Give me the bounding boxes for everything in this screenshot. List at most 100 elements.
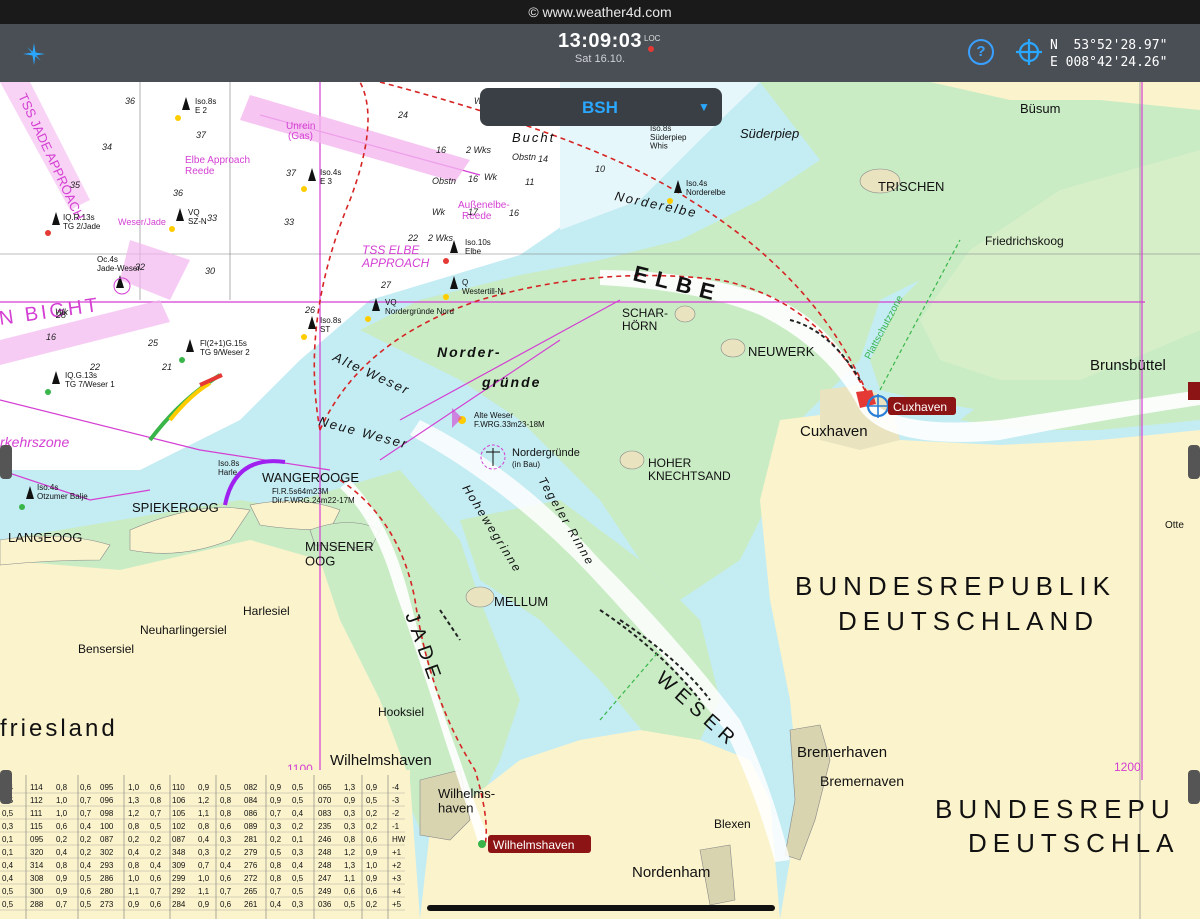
marker-wilhelmshaven[interactable]: Wilhelmshaven — [478, 835, 591, 853]
table-cell: 0,1 — [292, 835, 304, 844]
svg-text:36: 36 — [173, 188, 183, 198]
table-cell: 0,5 — [2, 900, 14, 909]
right-edge-handle-top[interactable] — [1188, 445, 1200, 479]
table-cell: 111 — [30, 809, 43, 818]
table-cell: 0,7 — [220, 887, 232, 896]
table-cell: 320 — [30, 848, 44, 857]
table-cell: 0,4 — [292, 861, 304, 870]
label-country-1b: DEUTSCHLAND — [838, 606, 1099, 636]
left-edge-handle-bottom[interactable] — [0, 770, 12, 804]
table-cell: 272 — [244, 874, 258, 883]
svg-text:25: 25 — [147, 338, 159, 348]
label-gas: (Gas) — [288, 131, 313, 142]
left-edge-handle-top[interactable] — [0, 445, 12, 479]
table-cell: 0,6 — [220, 822, 232, 831]
table-cell: 0,6 — [80, 887, 92, 896]
table-cell: 0,6 — [150, 900, 162, 909]
latitude: N 53°52'28.97" — [1050, 38, 1168, 53]
table-cell: 0,7 — [80, 796, 92, 805]
table-cell: 0,7 — [270, 809, 282, 818]
table-cell: 0,4 — [80, 822, 92, 831]
table-cell: 265 — [244, 887, 258, 896]
time-source-label: LOC — [644, 34, 661, 43]
nautical-chart[interactable]: ELBE JADE WESER BUNDESREPUBLIK DEUTSCHLA… — [0, 82, 1200, 919]
table-cell: 0,4 — [292, 809, 304, 818]
svg-text:21: 21 — [161, 362, 172, 372]
label-bremernaven: Bremernaven — [820, 773, 904, 789]
table-cell: 036 — [318, 900, 332, 909]
buoy-tg9: Fl(2+1)G.15s TG 9/Weser 2 — [200, 339, 250, 357]
table-cell: 286 — [100, 874, 114, 883]
table-cell: -2 — [392, 809, 400, 818]
source-text: © www.weather4d.com — [528, 4, 672, 20]
table-cell: 0,3 — [344, 822, 356, 831]
label-langeoog: LANGEOOG — [8, 530, 82, 545]
table-cell: 308 — [30, 874, 44, 883]
table-cell: 112 — [30, 796, 43, 805]
table-cell: 0,6 — [220, 874, 232, 883]
table-cell: 0,5 — [292, 887, 304, 896]
home-indicator[interactable] — [427, 905, 775, 911]
table-cell: 0,9 — [366, 848, 378, 857]
table-cell: 0,8 — [270, 874, 282, 883]
svg-text:34: 34 — [102, 142, 112, 152]
table-cell: 089 — [244, 822, 258, 831]
table-cell: 1,3 — [128, 796, 140, 805]
table-cell: 0,5 — [80, 900, 92, 909]
svg-text:16: 16 — [468, 174, 478, 184]
table-cell: 070 — [318, 796, 332, 805]
table-cell: 065 — [318, 783, 332, 792]
table-cell: 110 — [172, 783, 185, 792]
svg-text:Obstn: Obstn — [432, 176, 456, 186]
table-cell: 0,2 — [292, 822, 304, 831]
compass-icon[interactable] — [22, 42, 46, 71]
table-cell: 292 — [172, 887, 186, 896]
label-suderpiep: Süderpiep — [740, 126, 799, 141]
table-cell: 0,4 — [198, 835, 210, 844]
svg-text:37: 37 — [286, 168, 297, 178]
label-elbe-approach: Elbe Approach — [185, 155, 250, 166]
table-cell: 0,5 — [292, 796, 304, 805]
table-cell: 084 — [244, 796, 258, 805]
table-cell: 0,6 — [344, 887, 356, 896]
marker-brunsbuttel-edge[interactable] — [1188, 382, 1200, 400]
table-cell: 0,7 — [80, 809, 92, 818]
right-edge-handle-bottom[interactable] — [1188, 770, 1200, 804]
label-trischen: TRISCHEN — [878, 179, 944, 194]
table-cell: 1,0 — [198, 874, 210, 883]
table-cell: 0,7 — [56, 900, 68, 909]
table-cell: 0,8 — [198, 822, 210, 831]
longitude: E 008°42'24.26" — [1050, 55, 1168, 70]
table-cell: 309 — [172, 861, 186, 870]
table-cell: 281 — [244, 835, 258, 844]
dropdown-arrow-icon: ▼ — [698, 100, 710, 114]
svg-text:26: 26 — [304, 305, 315, 315]
table-cell: 0,9 — [198, 783, 210, 792]
table-cell: 0,9 — [56, 874, 68, 883]
header-bar: 13:09:03 LOC Sat 16.10. ? N 53°52'28.97"… — [0, 24, 1200, 82]
crosshair-icon[interactable] — [1016, 39, 1042, 70]
table-cell: 0,3 — [198, 848, 210, 857]
table-cell: 0,7 — [270, 887, 282, 896]
table-cell: 096 — [100, 796, 114, 805]
table-cell: 0,4 — [56, 848, 68, 857]
table-cell: 288 — [30, 900, 44, 909]
table-cell: 0,9 — [344, 796, 356, 805]
table-cell: 280 — [100, 887, 114, 896]
table-cell: -1 — [392, 822, 400, 831]
table-cell: 0,5 — [2, 887, 14, 896]
help-icon[interactable]: ? — [968, 39, 994, 65]
label-otte: Otte — [1165, 520, 1184, 531]
table-cell: 0,4 — [270, 900, 282, 909]
label-spiekeroog: SPIEKEROOG — [132, 500, 219, 515]
gps-status-dot — [648, 46, 654, 52]
table-cell: 0,4 — [128, 848, 140, 857]
label-busum: Büsum — [1020, 101, 1060, 116]
chart-selector-dropdown[interactable]: BSH ▼ — [480, 88, 722, 126]
label-bremerhaven: Bremerhaven — [797, 744, 887, 761]
table-cell: 0,8 — [128, 822, 140, 831]
label-bensersiel: Bensersiel — [78, 642, 134, 656]
table-cell: 1,2 — [198, 796, 210, 805]
table-cell: 276 — [244, 861, 258, 870]
svg-text:27: 27 — [380, 280, 392, 290]
